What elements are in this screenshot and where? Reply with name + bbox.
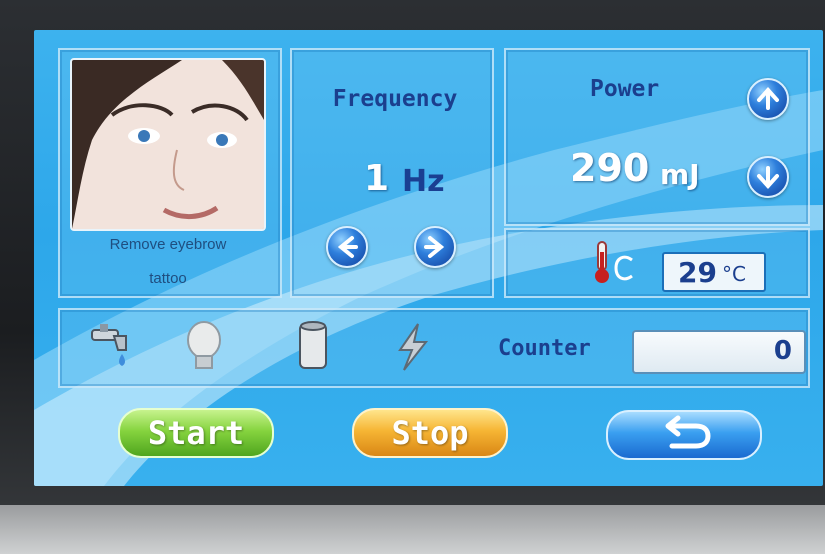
power-value: 290 [570,146,650,190]
arrow-up-icon [757,87,779,110]
temperature-value: 29 [678,256,717,289]
thermometer-icon [595,241,633,283]
power-title: Power [590,76,660,102]
frequency-title: Frequency [332,86,458,112]
lightning-icon[interactable] [390,322,434,372]
stop-button[interactable]: Stop [352,408,508,458]
faucet-icon[interactable] [84,322,130,372]
counter-label: Counter [498,336,591,361]
treatment-photo[interactable] [70,58,266,231]
face-image [72,60,264,229]
power-unit: mJ [660,158,700,191]
counter-display: 0 [632,330,806,374]
power-panel [504,48,810,226]
power-increase-button[interactable] [747,78,789,120]
counter-value: 0 [773,336,792,366]
frequency-value: 1 [364,158,390,199]
arrow-down-icon [757,166,779,189]
arrow-right-icon [424,236,445,258]
temperature-display: 29 °C [662,252,766,292]
lightbulb-icon[interactable] [184,320,224,374]
frequency-unit: Hz [402,164,445,199]
frequency-decrease-button[interactable] [326,226,368,268]
frequency-increase-button[interactable] [414,226,456,268]
start-button[interactable]: Start [118,408,274,458]
treatment-label-line1: Remove eyebrow [109,236,227,253]
device-base [0,505,825,554]
cylinder-icon[interactable] [294,318,332,374]
touch-screen: Remove eyebrow tattoo Frequency 1 Hz Pow… [34,30,823,486]
treatment-label-line2: tattoo [149,270,187,287]
arrow-left-icon [337,236,358,258]
back-arrow-icon [665,415,711,449]
back-button[interactable] [606,410,762,460]
temperature-unit: °C [722,262,746,286]
power-decrease-button[interactable] [747,156,789,198]
